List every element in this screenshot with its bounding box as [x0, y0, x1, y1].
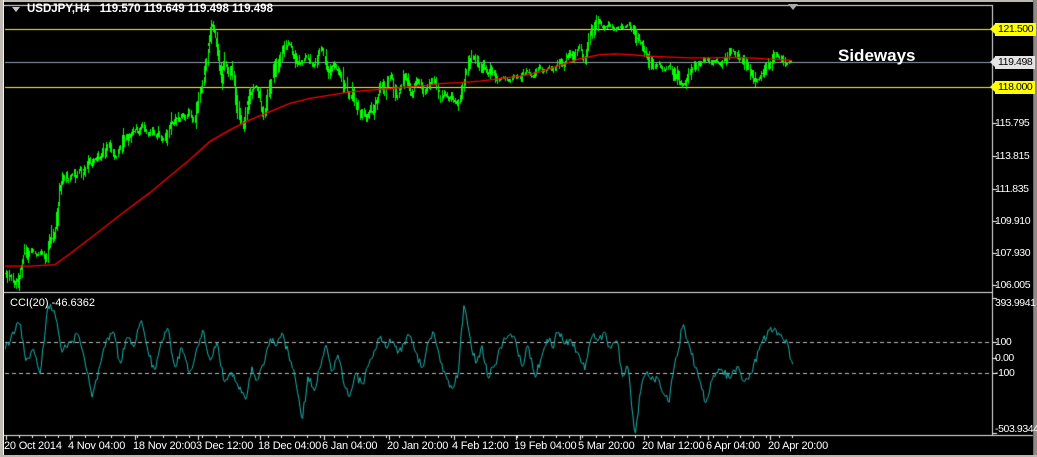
window-frame-left [0, 0, 4, 457]
price-scale-label: 107.930 [995, 247, 1031, 259]
price-scale-label: 106.005 [995, 279, 1031, 291]
price-scale-label: 111.835 [995, 183, 1029, 195]
time-axis-label: 4 Nov 04:00 [68, 440, 126, 452]
indicator-scale-label: -503.9344 [995, 423, 1037, 435]
indicator-label: CCI(20) -46.6362 [10, 297, 95, 309]
mt4-chart-window: USDJPY,H4 119.570 119.649 119.498 119.49… [0, 0, 1037, 457]
chart-symbol-timeframe: USDJPY,H4 [27, 3, 90, 15]
price-scale-label: 119.498 [989, 56, 1036, 69]
chart-dropdown-icon[interactable] [12, 7, 20, 12]
time-axis-label: 18 Dec 04:00 [258, 440, 322, 452]
time-axis-label: 6 Jan 04:00 [322, 440, 378, 452]
indicator-scale-label: -100 [995, 367, 1015, 379]
chart-shift-marker-icon [788, 4, 798, 10]
price-scale-label: 113.815 [995, 150, 1030, 162]
time-axis-label: 3 Dec 12:00 [196, 440, 254, 452]
time-axis-label: 20 Apr 20:00 [768, 440, 828, 452]
price-scale-label: 109.910 [995, 215, 1031, 227]
price-chart-canvas[interactable] [0, 0, 1037, 457]
time-axis-label: 20 Mar 12:00 [642, 440, 705, 452]
time-axis-label: 5 Mar 20:00 [578, 440, 635, 452]
time-axis-label: 20 Oct 2014 [4, 440, 62, 452]
indicator-scale-label: 0.00 [995, 352, 1014, 364]
time-axis-label: 19 Feb 04:00 [514, 440, 577, 452]
chart-title: USDJPY,H4 119.570 119.649 119.498 119.49… [12, 3, 273, 15]
indicator-scale-label: 100 [995, 336, 1012, 348]
time-axis-label: 20 Jan 20:00 [387, 440, 449, 452]
indicator-scale-label: 393.9941 [995, 297, 1036, 309]
window-frame-top [0, 0, 1037, 2]
indicator-name: CCI(20) [10, 297, 49, 309]
sideways-annotation: Sideways [838, 46, 916, 65]
time-axis-label: 4 Feb 12:00 [452, 440, 509, 452]
chart-ohlc-values: 119.570 119.649 119.498 119.498 [99, 3, 273, 15]
time-axis-label: 18 Nov 20:00 [133, 440, 197, 452]
price-scale-label: 115.795 [995, 117, 1030, 129]
time-axis-label: 6 Apr 04:00 [706, 440, 761, 452]
price-scale-label: 121.500 [989, 23, 1037, 36]
price-scale-label: 118.000 [989, 81, 1036, 94]
indicator-value: -46.6362 [51, 297, 96, 309]
